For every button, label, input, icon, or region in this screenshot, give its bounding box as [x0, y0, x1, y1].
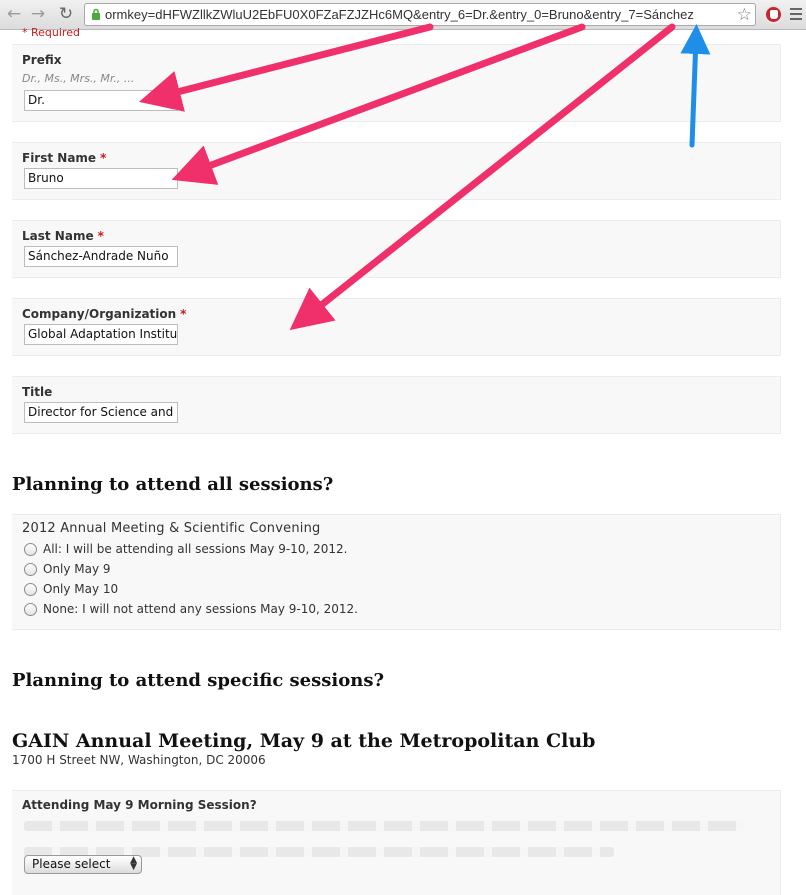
field-first-name: First Name * Bruno [12, 142, 781, 200]
field-prefix: Prefix Dr., Ms., Mrs., Mr., ... Dr. [12, 44, 781, 122]
url-text: ormkey=dHFWZllkZWluU2EbFU0X0FZaFZJZHc6MQ… [105, 7, 694, 22]
field-help: Dr., Ms., Mrs., Mr., ... [22, 72, 135, 85]
field-label: First Name * [22, 151, 107, 165]
adblock-extension-icon[interactable] [764, 5, 783, 24]
question-label: Attending May 9 Morning Session? [22, 798, 257, 812]
field-sessions: 2012 Annual Meeting & Scientific Conveni… [12, 514, 781, 630]
address-bar[interactable]: ormkey=dHFWZllkZWluU2EbFU0X0FZaFZJZHc6MQ… [84, 3, 756, 26]
blurred-help-text [24, 821, 744, 831]
reload-icon[interactable]: ↻ [56, 4, 76, 24]
session-select[interactable]: Please select ▲ ▼ [24, 855, 142, 874]
field-title: Title Director for Science and T [12, 376, 781, 434]
required-marker: * [180, 307, 187, 321]
required-note: * Required [22, 26, 80, 39]
radio-label: All: I will be attending all sessions Ma… [43, 542, 348, 556]
radio-button[interactable] [24, 583, 37, 596]
event-title: GAIN Annual Meeting, May 9 at the Metrop… [12, 730, 596, 752]
radio-label: None: I will not attend any sessions May… [43, 602, 358, 616]
section-heading: Planning to attend specific sessions? [12, 670, 385, 691]
field-label: Prefix [22, 53, 62, 67]
field-may9-morning: Attending May 9 Morning Session? Please … [12, 790, 781, 895]
last-name-input[interactable]: Sánchez-Andrade Nuño [24, 246, 178, 267]
radio-label: Only May 10 [43, 582, 119, 596]
forward-arrow-icon[interactable]: → [28, 4, 48, 24]
bookmark-star-icon[interactable]: ☆ [737, 4, 752, 25]
select-value: Please select [32, 857, 111, 871]
question-label: 2012 Annual Meeting & Scientific Conveni… [22, 521, 321, 536]
radio-button[interactable] [24, 543, 37, 556]
select-arrows-icon: ▲ ▼ [130, 855, 137, 872]
required-marker: * [97, 229, 104, 243]
back-arrow-icon[interactable]: ← [4, 4, 24, 24]
menu-icon[interactable] [790, 8, 802, 23]
required-marker: * [100, 151, 107, 165]
field-company: Company/Organization * Global Adaptation … [12, 298, 781, 356]
company-input[interactable]: Global Adaptation Institut [24, 324, 178, 345]
browser-toolbar: ← → ↻ ormkey=dHFWZllkZWluU2EbFU0X0FZaFZJ… [0, 0, 806, 30]
radio-button[interactable] [24, 603, 37, 616]
prefix-input[interactable]: Dr. [24, 90, 178, 111]
section-heading: Planning to attend all sessions? [12, 474, 334, 495]
field-last-name: Last Name * Sánchez-Andrade Nuño [12, 220, 781, 278]
field-label: Title [22, 385, 53, 399]
first-name-input[interactable]: Bruno [24, 168, 178, 189]
field-label: Last Name * [22, 229, 104, 243]
radio-label: Only May 9 [43, 562, 111, 576]
secure-lock-icon [92, 8, 100, 20]
radio-button[interactable] [24, 563, 37, 576]
field-label: Company/Organization * [22, 307, 187, 321]
event-address: 1700 H Street NW, Washington, DC 20006 [12, 753, 266, 767]
title-input[interactable]: Director for Science and T [24, 402, 178, 423]
